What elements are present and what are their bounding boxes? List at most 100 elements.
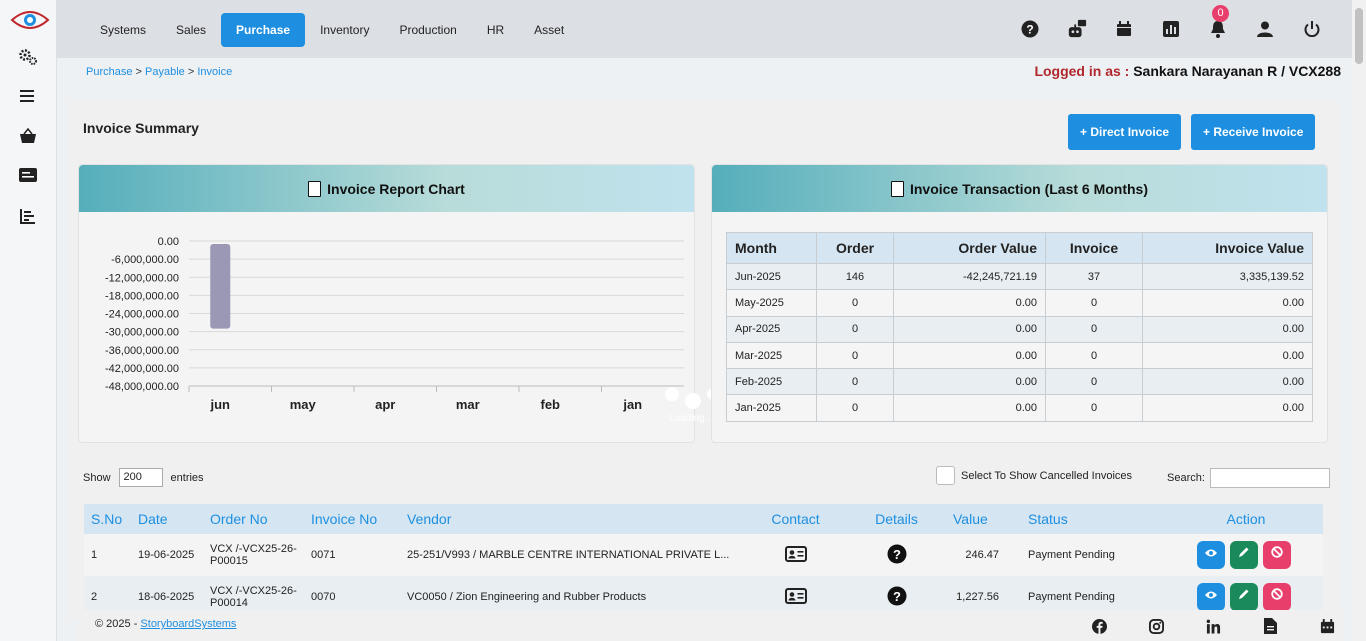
edit-button[interactable] (1229, 583, 1258, 611)
cell-order-value: 0.00 (893, 341, 1046, 370)
breadcrumb-purchase[interactable]: Purchase (86, 66, 132, 78)
tab-hr[interactable]: HR (472, 13, 519, 47)
facebook-icon[interactable] (1091, 618, 1107, 634)
x-tick-label: mar (456, 397, 480, 412)
scrollbar-thumb[interactable] (1355, 8, 1363, 64)
calendar-icon[interactable] (1319, 618, 1335, 634)
linkedin-icon[interactable] (1205, 618, 1221, 634)
report-icon[interactable] (1161, 19, 1181, 39)
copyright-text: © 2025 - (95, 618, 138, 630)
tab-production[interactable]: Production (384, 13, 471, 47)
contact-card-icon[interactable] (784, 587, 807, 607)
col-sno[interactable]: S.No (84, 504, 131, 534)
details-help-icon[interactable]: ? (887, 586, 907, 609)
invoice-report-chart-panel: Invoice Report Chart 0.00 -6,000,000.00 -1… (78, 164, 726, 443)
cancel-invoice-button[interactable] (1262, 541, 1291, 569)
document-icon (890, 180, 904, 197)
breadcrumb-invoice[interactable]: Invoice (197, 66, 232, 78)
col-invoice-value: Invoice Value (1142, 232, 1313, 264)
view-button[interactable] (1196, 541, 1225, 569)
col-details[interactable]: Details (847, 504, 946, 534)
bell-icon[interactable]: 0 (1208, 5, 1229, 39)
cancel-invoice-button[interactable] (1262, 583, 1291, 611)
cell-invoice: 0 (1045, 289, 1143, 317)
basket-icon[interactable] (18, 126, 38, 146)
logo-eye-icon[interactable] (10, 8, 50, 32)
col-value[interactable]: Value (946, 504, 1021, 534)
tab-sales[interactable]: Sales (161, 13, 221, 47)
gears-icon[interactable] (18, 47, 38, 67)
document-icon[interactable] (1262, 618, 1278, 634)
cell-order-no: VCX /-VCX25-26-P00015 (203, 534, 304, 576)
x-tick-label: jun (210, 397, 231, 412)
login-label: Logged in as : (1034, 63, 1130, 79)
cell-invoice-no: 0071 (304, 534, 400, 576)
col-action[interactable]: Action (1169, 504, 1323, 534)
robot-icon[interactable] (1067, 19, 1087, 39)
cell-month: Apr-2025 (726, 315, 817, 343)
menu-icon[interactable] (18, 86, 38, 106)
cell-invoice: 0 (1045, 315, 1143, 343)
breadcrumb-separator: > (187, 66, 195, 78)
invoice-transaction-panel: Invoice Transaction (Last 6 Months) Mont… (711, 164, 1328, 443)
col-contact[interactable]: Contact (744, 504, 847, 534)
y-tick-label: -12,000,000.00 (105, 272, 179, 284)
receive-invoice-button[interactable]: + Receive Invoice (1191, 114, 1316, 150)
cell-value: 246.47 (946, 534, 1021, 576)
search-input[interactable] (1209, 468, 1330, 488)
details-help-icon[interactable]: ? (887, 544, 907, 567)
cell-order-value: 0.00 (893, 394, 1046, 422)
calendar-icon[interactable] (1114, 19, 1134, 39)
col-status[interactable]: Status (1021, 504, 1169, 534)
col-vendor[interactable]: Vendor (400, 504, 744, 534)
y-tick-label: -36,000,000.00 (105, 345, 179, 357)
cancelled-invoices-checkbox[interactable] (936, 466, 955, 485)
tab-inventory[interactable]: Inventory (305, 13, 384, 47)
cell-order: 0 (816, 368, 894, 396)
transaction-row: Mar-2025 0 0.00 0 0.00 (726, 341, 1313, 370)
cell-order: 0 (816, 394, 894, 422)
col-date[interactable]: Date (131, 504, 203, 534)
cell-invoice-value: 0.00 (1142, 341, 1313, 370)
cell-invoice-value: 0.00 (1142, 289, 1313, 317)
col-invoice-no[interactable]: Invoice No (304, 504, 400, 534)
transaction-table: Month Order Order Value Invoice Invoice … (726, 232, 1313, 422)
col-month: Month (726, 232, 817, 264)
bar-chart-icon[interactable] (18, 206, 38, 226)
notification-badge: 0 (1212, 5, 1229, 22)
x-tick-label: feb (541, 397, 561, 412)
power-icon[interactable] (1302, 19, 1322, 39)
entries-select[interactable]: 200 (118, 468, 163, 487)
company-link[interactable]: StoryboardSystems (140, 618, 236, 630)
cell-invoice-value: 0.00 (1142, 368, 1313, 396)
contact-card-icon[interactable] (784, 545, 807, 565)
col-order-no[interactable]: Order No (203, 504, 304, 534)
tab-systems[interactable]: Systems (85, 13, 161, 47)
instagram-icon[interactable] (1148, 618, 1164, 634)
svg-text:?: ? (893, 547, 901, 562)
cell-vendor: 25-251/V993 / MARBLE CENTRE INTERNATIONA… (400, 534, 744, 576)
transaction-row: Jan-2025 0 0.00 0 0.00 (726, 394, 1313, 422)
breadcrumb-payable[interactable]: Payable (145, 66, 185, 78)
y-tick-label: -6,000,000.00 (111, 254, 179, 266)
transaction-panel-header: Invoice Transaction (Last 6 Months) (712, 165, 1327, 212)
sidebar (0, 0, 57, 641)
document-icon (308, 180, 322, 197)
help-icon[interactable]: ? (1020, 19, 1040, 39)
y-tick-label: -18,000,000.00 (105, 290, 179, 302)
cell-invoice: 0 (1045, 394, 1143, 422)
tab-asset[interactable]: Asset (519, 13, 579, 47)
view-button[interactable] (1196, 583, 1225, 611)
invoices-table: S.No Date Order No Invoice No Vendor Con… (84, 504, 1323, 618)
edit-button[interactable] (1229, 541, 1258, 569)
direct-invoice-button[interactable]: + Direct Invoice (1068, 114, 1182, 150)
user-icon[interactable] (1255, 19, 1275, 39)
transaction-row: Feb-2025 0 0.00 0 0.00 (726, 368, 1313, 396)
tab-purchase[interactable]: Purchase (221, 13, 306, 47)
money-icon[interactable] (18, 165, 38, 185)
cell-order-value: -42,245,721.19 (893, 262, 1046, 291)
cell-month: Jun-2025 (726, 262, 817, 291)
vertical-scrollbar[interactable] (1352, 0, 1366, 641)
top-nav: Systems Sales Purchase Inventory Product… (57, 0, 1352, 58)
cell-order-value: 0.00 (893, 289, 1046, 317)
